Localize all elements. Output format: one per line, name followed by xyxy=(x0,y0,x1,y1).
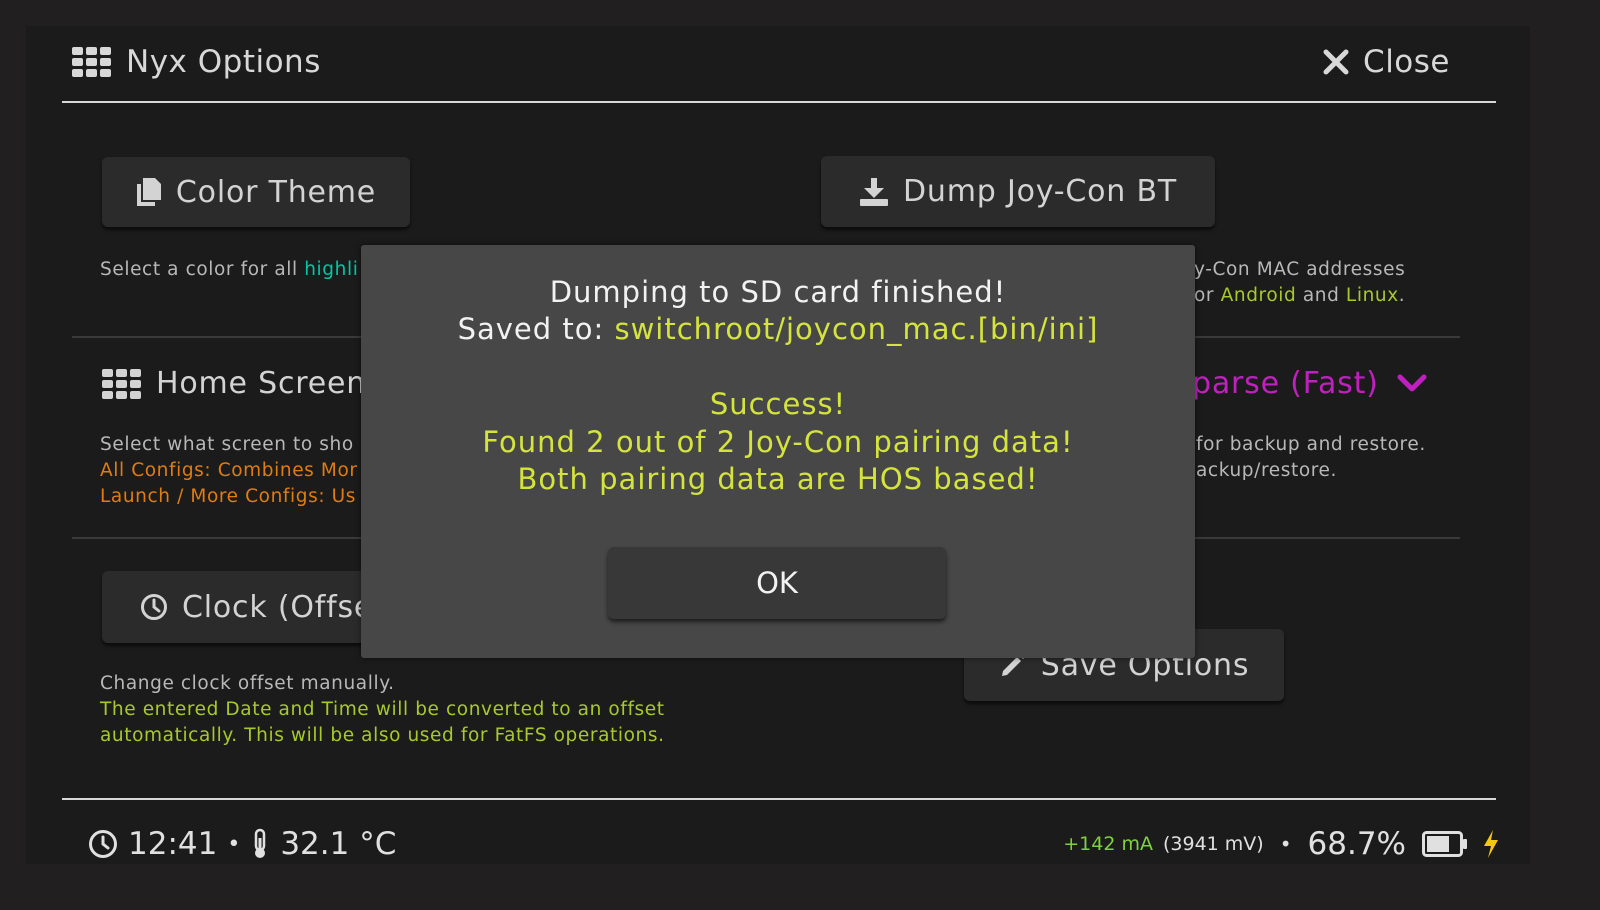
backup-mode-dropdown[interactable]: parse (Fast) xyxy=(1192,366,1427,401)
apps-grid-icon xyxy=(102,368,142,399)
dump-joycon-bt-button[interactable]: Dump Joy-Con BT xyxy=(821,156,1215,227)
nyx-options-window: Nyx Options Close Color Theme Select a c… xyxy=(26,26,1530,864)
home-screen-desc-line3: Launch / More Configs: Us xyxy=(100,486,357,507)
color-theme-desc-text: Select a color for all xyxy=(100,259,305,280)
dialog-line-finished: Dumping to SD card finished! xyxy=(549,275,1007,309)
desc-period: . xyxy=(1398,285,1406,306)
dialog-line-success: Success! xyxy=(709,387,847,421)
dialog-line-hos: Both pairing data are HOS based! xyxy=(517,462,1039,496)
close-x-icon xyxy=(1323,49,1349,75)
home-screen-setting[interactable]: Home Screen xyxy=(102,366,366,401)
home-screen-label: Home Screen xyxy=(156,366,367,401)
close-button-label: Close xyxy=(1363,44,1450,80)
status-separator: • xyxy=(1279,832,1292,856)
dump-joycon-description: y-Con MAC addresses or Android and Linux… xyxy=(1194,257,1405,309)
dialog-line-saved-to: Saved to: switchroot/joycon_mac.[bin/ini… xyxy=(361,312,1195,346)
dump-joycon-desc-line1: y-Con MAC addresses xyxy=(1194,259,1406,280)
clock-icon xyxy=(140,593,168,621)
status-time: 12:41 xyxy=(128,826,218,862)
chevron-down-icon xyxy=(1397,374,1427,394)
color-theme-button[interactable]: Color Theme xyxy=(102,157,410,227)
ok-button[interactable]: OK xyxy=(608,547,946,619)
home-screen-desc-line1: Select what screen to sho xyxy=(100,434,354,455)
dialog-saved-path: switchroot/joycon_mac.[bin/ini] xyxy=(614,312,1099,346)
dump-joycon-bt-label: Dump Joy-Con BT xyxy=(903,174,1177,209)
home-screen-description: Select what screen to sho All Configs: C… xyxy=(100,432,358,510)
dialog-line-found: Found 2 out of 2 Joy-Con pairing data! xyxy=(482,425,1074,459)
battery-percent: 68.7% xyxy=(1307,826,1406,862)
backup-mode-description: for backup and restore. ackup/restore. xyxy=(1196,432,1426,484)
backup-mode-desc-line2: ackup/restore. xyxy=(1196,460,1338,481)
status-temperature: 32.1 °C xyxy=(280,826,397,862)
charging-bolt-icon xyxy=(1482,829,1500,859)
footer-divider xyxy=(62,798,1496,800)
battery-voltage: (3941 mV) xyxy=(1162,833,1264,855)
color-theme-description: Select a color for all highli xyxy=(100,257,358,283)
status-bar-left: 12:41 • 32.1 °C xyxy=(88,826,396,862)
color-theme-desc-highlight: highli xyxy=(304,259,359,280)
backup-mode-value: parse (Fast) xyxy=(1192,366,1379,401)
header-divider xyxy=(62,101,1496,103)
clock-icon xyxy=(88,829,118,859)
window-title-text: Nyx Options xyxy=(126,44,321,80)
clock-description: Change clock offset manually. The entere… xyxy=(100,671,665,749)
color-theme-label: Color Theme xyxy=(175,174,377,210)
clock-offset-button[interactable]: Clock (Offse xyxy=(102,571,402,643)
clock-desc-line3: automatically. This will be also used fo… xyxy=(100,725,665,746)
copy-icon xyxy=(136,177,162,207)
status-bar-right: +142 mA (3941 mV) • 68.7% xyxy=(1063,826,1500,862)
download-icon xyxy=(859,177,889,207)
apps-grid-icon xyxy=(72,47,112,77)
desc-linux: Linux xyxy=(1345,285,1399,306)
home-screen-desc-line2: All Configs: Combines Mor xyxy=(100,460,358,481)
battery-icon xyxy=(1422,831,1468,857)
status-separator: • xyxy=(227,831,241,857)
clock-desc-line2: The entered Date and Time will be conver… xyxy=(100,699,665,720)
dump-result-dialog: Dumping to SD card finished! Saved to: s… xyxy=(361,245,1195,658)
dialog-saved-prefix: Saved to: xyxy=(457,312,615,346)
dump-joycon-desc-or: or xyxy=(1194,285,1221,306)
dump-joycon-desc-line2: or Android and Linux. xyxy=(1194,283,1405,309)
battery-current: +142 mA xyxy=(1063,833,1153,855)
backup-mode-desc-line1: for backup and restore. xyxy=(1196,434,1426,455)
desc-and: and xyxy=(1296,285,1346,306)
thermometer-icon xyxy=(250,828,270,860)
close-button[interactable]: Close xyxy=(1323,44,1450,80)
clock-offset-label: Clock (Offse xyxy=(182,589,374,625)
desc-android: Android xyxy=(1220,285,1297,306)
clock-desc-line1: Change clock offset manually. xyxy=(100,673,395,694)
window-title: Nyx Options xyxy=(72,44,321,80)
